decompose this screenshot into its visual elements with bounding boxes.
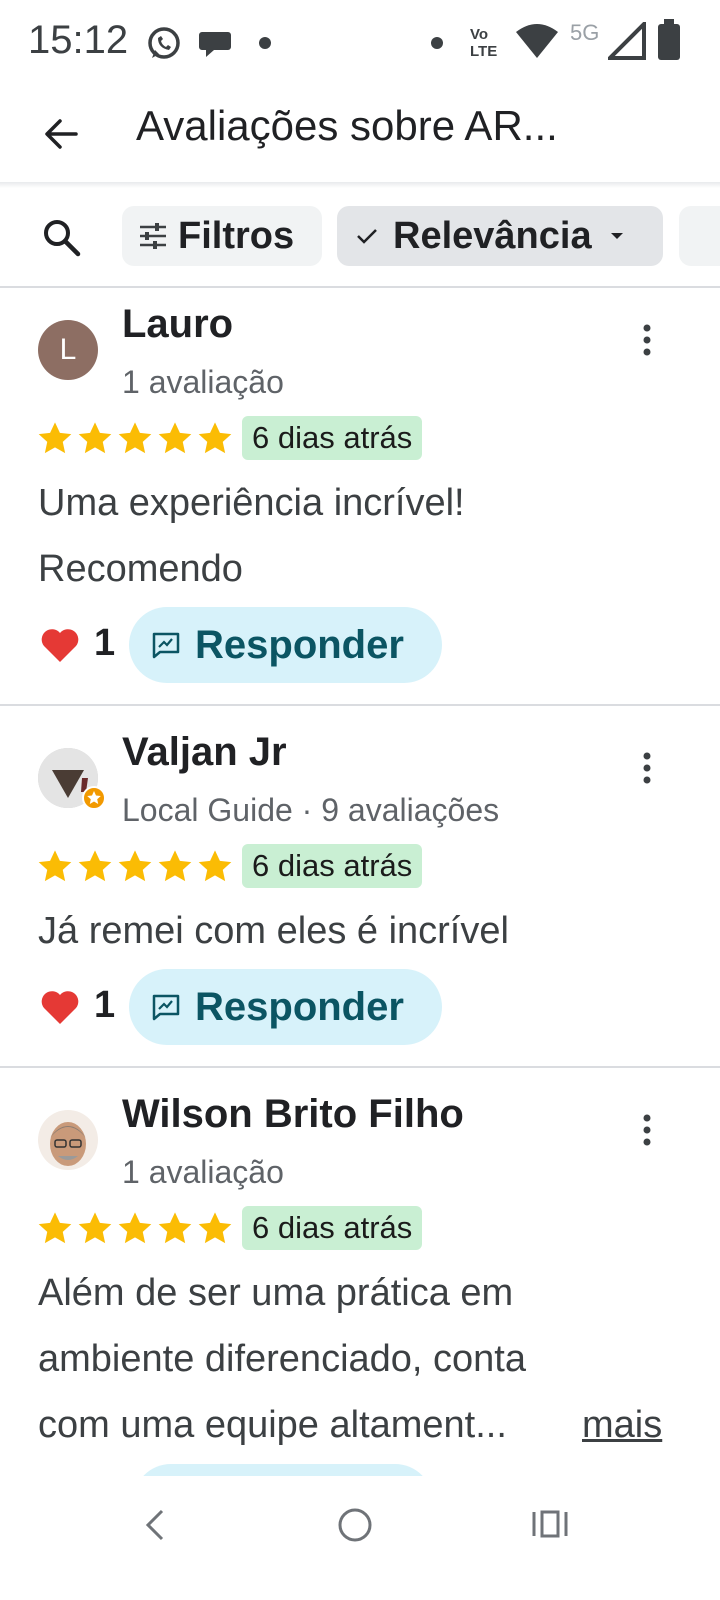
tune-icon xyxy=(140,223,166,249)
app-bar-shadow xyxy=(0,182,720,188)
divider xyxy=(0,286,720,288)
star-rating xyxy=(36,848,234,886)
reviewer-meta: 1 avaliação xyxy=(122,364,284,400)
review-date-badge: 6 dias atrás xyxy=(242,416,423,460)
star-rating xyxy=(36,420,234,458)
review-text: Uma experiência incrível! Recomendo xyxy=(38,470,678,602)
more-options-icon[interactable] xyxy=(632,1110,662,1150)
sort-chip[interactable]: Relevância xyxy=(337,206,663,266)
filters-chip[interactable]: Filtros xyxy=(122,206,322,266)
star-icon xyxy=(118,1212,152,1244)
filter-chip-row: Filtros Relevância xyxy=(0,200,720,272)
dropdown-arrow-icon xyxy=(610,233,623,239)
reviewer-name[interactable]: Valjan Jr xyxy=(122,730,287,775)
reply-button[interactable]: Responder xyxy=(129,969,442,1045)
status-bar: 15:12 Vo LTE 5G xyxy=(0,0,720,90)
check-icon xyxy=(357,229,377,244)
star-icon xyxy=(158,1212,192,1244)
star-icon xyxy=(38,1212,72,1244)
local-guide-badge-icon xyxy=(82,786,106,810)
star-icon xyxy=(118,422,152,454)
review-date-badge: 6 dias atrás xyxy=(242,844,423,888)
review-text-line: ambiente diferenciado, conta xyxy=(38,1338,526,1380)
avatar-image xyxy=(38,1110,98,1170)
review-date-badge: 6 dias atrás xyxy=(242,1206,423,1250)
network-type: 5G xyxy=(570,20,600,45)
star-icon xyxy=(78,850,112,882)
review-text-line: Uma experiência incrível! xyxy=(38,482,465,524)
more-options-icon[interactable] xyxy=(632,320,662,360)
reviewer-meta: 1 avaliação xyxy=(122,1154,284,1190)
star-icon xyxy=(38,422,72,454)
app-bar: Avaliações sobre AR... xyxy=(0,90,720,182)
like-count: 1 xyxy=(94,984,116,1026)
avatar[interactable] xyxy=(38,1110,98,1170)
nav-home-icon[interactable] xyxy=(336,1506,374,1544)
back-arrow-icon[interactable] xyxy=(40,112,84,156)
star-icon xyxy=(158,422,192,454)
signal-icon xyxy=(608,22,646,60)
read-more-link[interactable]: mais xyxy=(582,1404,662,1447)
review-text-line: Recomendo xyxy=(38,548,243,590)
heart-icon[interactable] xyxy=(40,988,80,1026)
reviewer-name[interactable]: Wilson Brito Filho xyxy=(122,1092,464,1137)
nav-back-icon[interactable] xyxy=(140,1508,170,1542)
whatsapp-icon xyxy=(148,27,180,59)
reply-button-label: Responder xyxy=(195,984,404,1029)
star-icon xyxy=(78,422,112,454)
review-text-line: Já remei com eles é incrível xyxy=(38,910,509,952)
star-icon xyxy=(198,850,232,882)
reviewer-meta: Local Guide · 9 avaliações xyxy=(122,792,500,828)
star-icon xyxy=(78,1212,112,1244)
nav-recents-icon[interactable] xyxy=(530,1508,570,1540)
more-options-icon[interactable] xyxy=(632,748,662,788)
like-count: 1 xyxy=(94,622,116,664)
reply-button[interactable]: Responder xyxy=(129,607,442,683)
divider xyxy=(0,1066,720,1068)
star-icon xyxy=(198,422,232,454)
chat-icon xyxy=(199,32,231,57)
reviewer-name[interactable]: Lauro xyxy=(122,302,233,347)
star-icon xyxy=(38,850,72,882)
sort-chip-label: Relevância xyxy=(393,214,592,257)
star-rating xyxy=(36,1210,234,1248)
search-icon[interactable] xyxy=(40,216,82,258)
system-navigation-bar xyxy=(0,1476,720,1600)
volte-icon: Vo LTE xyxy=(470,26,498,60)
notification-dot-icon xyxy=(431,37,443,49)
reply-icon xyxy=(152,632,180,659)
status-time: 15:12 xyxy=(28,18,129,62)
notification-dot-icon xyxy=(259,37,271,49)
reply-button-label: Responder xyxy=(195,622,404,667)
wifi-icon xyxy=(516,24,558,58)
reply-icon xyxy=(152,994,180,1021)
star-icon xyxy=(158,850,192,882)
star-icon xyxy=(118,850,152,882)
filters-chip-label: Filtros xyxy=(178,214,295,257)
divider xyxy=(0,704,720,706)
avatar[interactable]: L xyxy=(38,320,98,380)
review-text-line: Além de ser uma prática em xyxy=(38,1272,514,1314)
battery-icon xyxy=(658,19,680,60)
page-title: Avaliações sobre AR... xyxy=(136,102,558,149)
heart-icon[interactable] xyxy=(40,626,80,664)
star-icon xyxy=(198,1212,232,1244)
overflow-chip[interactable] xyxy=(679,206,720,266)
review-text: Já remei com eles é incrível xyxy=(38,898,678,964)
